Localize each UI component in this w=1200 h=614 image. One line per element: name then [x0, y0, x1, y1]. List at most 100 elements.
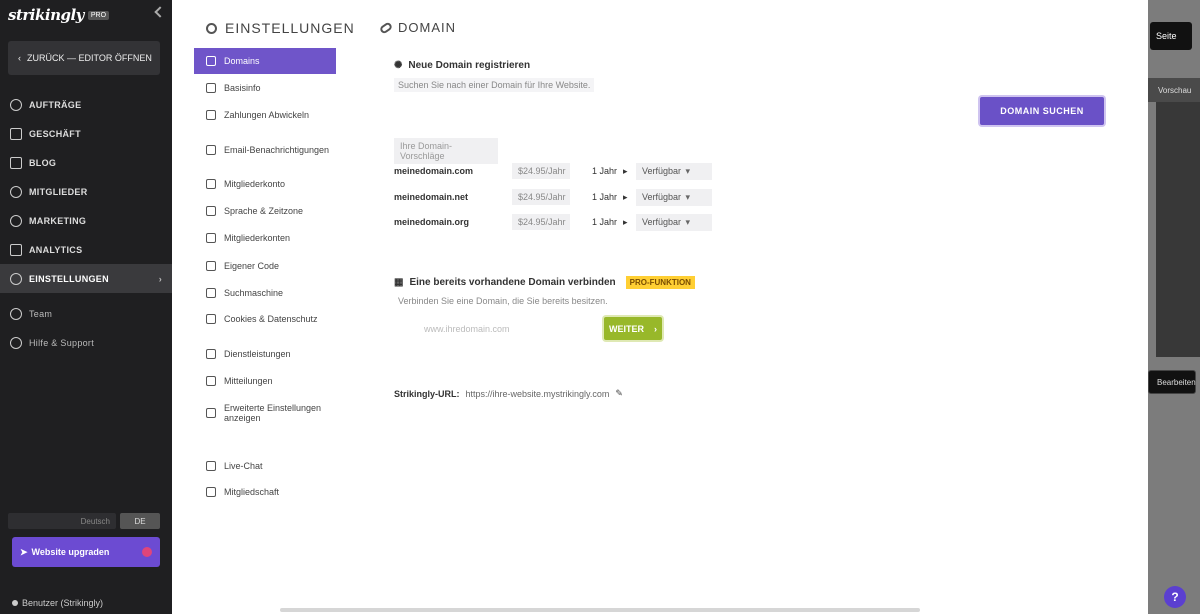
- page-button[interactable]: Seite: [1150, 22, 1192, 50]
- membership-icon: [206, 487, 216, 497]
- domain-name: meinedomain.org: [394, 217, 470, 227]
- subnav-item-label: Live-Chat: [224, 461, 263, 471]
- subnav-item-membership[interactable]: Mitgliedschaft: [194, 487, 336, 497]
- chevron-down-icon: ▾: [683, 165, 691, 176]
- subnav-item-email-notifications[interactable]: Email-Benachrichtigungen: [194, 145, 336, 155]
- subnav-item-label: Erweiterte Einstellungen anzeigen: [224, 403, 322, 423]
- period-select[interactable]: 1 Jahr ▸: [592, 166, 636, 177]
- horizontal-scrollbar[interactable]: [280, 608, 920, 612]
- sidebar-item-marketing[interactable]: MARKETING: [0, 206, 172, 235]
- sidebar-item-store[interactable]: GESCHÄFT: [0, 119, 172, 148]
- upgrade-button[interactable]: ➤ Website upgraden: [12, 537, 160, 567]
- sidebar-nav: AUFTRÄGE GESCHÄFT BLOG MITGLIEDER MARKET…: [0, 90, 172, 357]
- plan-badge: PRO: [87, 10, 110, 20]
- link-icon: [378, 20, 394, 35]
- url-value[interactable]: https://ihre-website.mystrikingly.com: [466, 389, 610, 399]
- globe-icon: [206, 56, 216, 66]
- subnav-item-payments[interactable]: Zahlungen Abwickeln: [194, 110, 336, 120]
- store-icon: [10, 127, 22, 140]
- language-icon: [206, 206, 216, 216]
- back-to-editor-button[interactable]: ‹ ZURÜCK — EDITOR ÖFFNEN: [8, 41, 160, 75]
- help-button[interactable]: ?: [1164, 586, 1186, 608]
- chevron-right-icon: ›: [654, 323, 657, 334]
- subnav-item-notices[interactable]: Mitteilungen: [194, 376, 336, 386]
- subnav-item-advanced[interactable]: Erweiterte Einstellungen anzeigen: [194, 403, 336, 423]
- subnav-item-language[interactable]: Sprache & Zeitzone: [194, 206, 336, 216]
- status-select[interactable]: Verfügbar ▾: [636, 188, 712, 206]
- sidebar-item-label: Team: [29, 308, 53, 319]
- connect-continue-button[interactable]: WEITER ›: [604, 317, 662, 340]
- period-select[interactable]: 1 Jahr ▸: [592, 217, 636, 228]
- background-editor-overlay: Seite Vorschau Bearbeiten ?: [1148, 0, 1200, 614]
- sidebar-item-blog[interactable]: BLOG: [0, 148, 172, 177]
- subnav-item-basic-info[interactable]: Basisinfo: [194, 83, 336, 93]
- subnav-item-privacy[interactable]: Cookies & Datenschutz: [194, 314, 336, 324]
- chevron-down-icon: ▾: [683, 216, 691, 227]
- period-value: 1 Jahr: [592, 191, 618, 202]
- language-selector[interactable]: Deutsch DE: [8, 513, 160, 529]
- domain-row: meinedomain.org $24.95/Jahr 1 Jahr ▸ Verf…: [394, 212, 734, 232]
- period-value: 1 Jahr: [592, 165, 618, 176]
- subnav-item-services[interactable]: Dienstleistungen: [194, 349, 336, 359]
- sliders-icon: [206, 408, 216, 418]
- bell-icon: [206, 376, 216, 386]
- subnav-item-member-account[interactable]: Mitgliederkonto: [194, 179, 336, 189]
- arrow-left-icon: ‹: [18, 53, 21, 63]
- status-value: Verfügbar: [642, 165, 682, 176]
- subnav-item-seo[interactable]: Suchmaschine: [194, 288, 336, 298]
- sparkle-icon: ✺: [394, 60, 403, 71]
- search-icon: [206, 288, 216, 298]
- subnav-item-domains[interactable]: Domains: [194, 48, 336, 74]
- connect-domain-heading: ▦ Eine bereits vorhandene Domain verbind…: [394, 276, 695, 289]
- subnav-item-label: Zahlungen Abwickeln: [224, 110, 310, 120]
- subnav-item-label: Domains: [224, 56, 260, 66]
- blog-icon: [10, 156, 22, 169]
- sidebar-item-settings[interactable]: EINSTELLUNGEN ›: [0, 264, 172, 293]
- sidebar-item-label: GESCHÄFT: [29, 128, 81, 139]
- settings-title: EINSTELLUNGEN: [206, 20, 355, 36]
- language-value[interactable]: Deutsch: [8, 513, 116, 529]
- sidebar-item-help[interactable]: Hilfe & Support: [0, 328, 172, 357]
- brand[interactable]: strikingly PRO: [8, 6, 110, 24]
- megaphone-icon: [10, 214, 22, 227]
- sidebar-item-orders[interactable]: AUFTRÄGE: [0, 90, 172, 119]
- subnav-item-label: Eigener Code: [224, 261, 280, 271]
- arrow-right-icon: ▸: [623, 165, 628, 176]
- preview-bar: Vorschau: [1148, 78, 1200, 102]
- settings-title-text: EINSTELLUNGEN: [225, 20, 355, 36]
- sidebar-item-analytics[interactable]: ANALYTICS: [0, 235, 172, 264]
- edit-button[interactable]: Bearbeiten: [1148, 370, 1196, 394]
- language-toggle[interactable]: DE: [120, 513, 160, 529]
- collapse-chevron-icon[interactable]: [154, 6, 166, 18]
- sidebar-item-label: AUFTRÄGE: [29, 99, 82, 110]
- subnav-item-custom-code[interactable]: Eigener Code: [194, 261, 336, 271]
- domain-input[interactable]: www.ihredomain.com: [402, 319, 592, 339]
- pencil-icon[interactable]: ✎: [615, 388, 623, 399]
- search-domain-button[interactable]: DOMAIN SUCHEN: [980, 97, 1104, 125]
- subnav-item-live-chat[interactable]: Live-Chat: [194, 461, 336, 471]
- lock-icon: [206, 233, 216, 243]
- page-title: DOMAIN: [378, 20, 456, 35]
- arrow-right-icon: ▸: [623, 216, 628, 227]
- subnav-item-label: Mitgliederkonten: [224, 233, 291, 243]
- status-select[interactable]: Verfügbar ▾: [636, 213, 712, 231]
- editor-panel: [1156, 102, 1200, 357]
- period-select[interactable]: 1 Jahr ▸: [592, 192, 636, 203]
- arrow-right-icon: ▸: [623, 191, 628, 202]
- settings-subnav: EINSTELLUNGEN Domains Basisinfo Zahlunge…: [172, 0, 355, 614]
- url-label: Strikingly-URL:: [394, 388, 460, 399]
- status-value: Verfügbar: [642, 191, 682, 202]
- brand-logo: strikingly: [8, 6, 84, 24]
- domain-row: meinedomain.net $24.95/Jahr 1 Jahr ▸ Verf…: [394, 187, 734, 207]
- user-label: Benutzer (Strikingly): [22, 598, 104, 608]
- status-select[interactable]: Verfügbar ▾: [636, 162, 712, 180]
- subnav-item-label: Basisinfo: [224, 83, 261, 93]
- period-value: 1 Jahr: [592, 216, 618, 227]
- strikingly-url: Strikingly-URL: https://ihre-website.mys…: [394, 388, 623, 399]
- sidebar-item-label: MARKETING: [29, 215, 87, 226]
- sidebar-item-team[interactable]: Team: [0, 299, 172, 328]
- page-title-text: DOMAIN: [398, 20, 456, 35]
- user-account[interactable]: Benutzer (Strikingly): [12, 598, 103, 608]
- sidebar-item-members[interactable]: MITGLIEDER: [0, 177, 172, 206]
- subnav-item-member-accounts[interactable]: Mitgliederkonten: [194, 233, 336, 243]
